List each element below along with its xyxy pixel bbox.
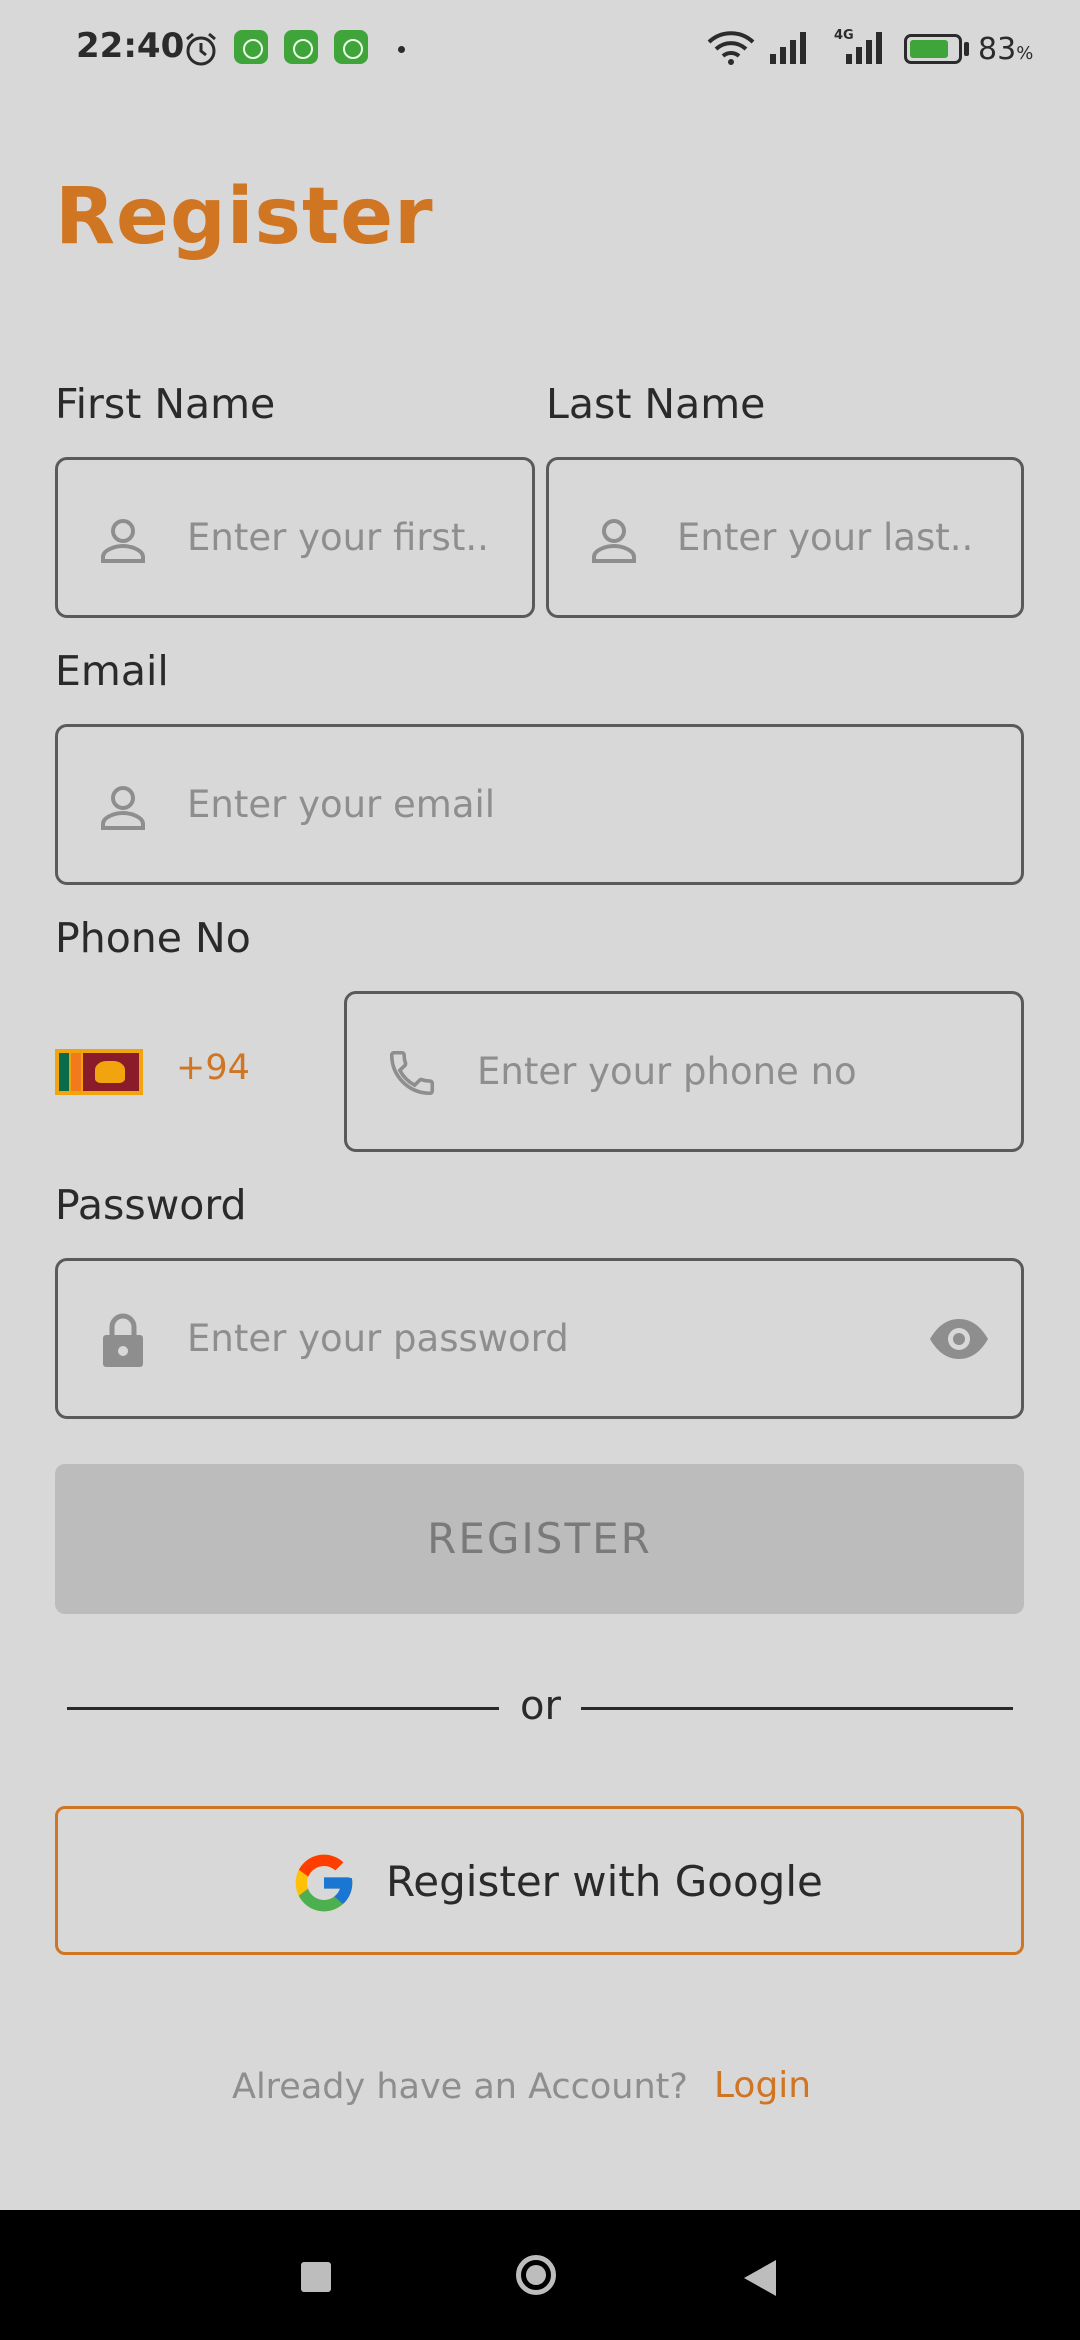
phone-placeholder: Enter your phone no bbox=[477, 1050, 857, 1093]
divider-or-text: or bbox=[520, 1683, 561, 1729]
recents-icon[interactable] bbox=[301, 2262, 331, 2292]
email-label: Email bbox=[55, 647, 169, 695]
battery-percentage: 83% bbox=[978, 32, 1033, 67]
back-icon[interactable] bbox=[744, 2260, 776, 2296]
divider-line-right bbox=[581, 1707, 1013, 1710]
battery-percentage-sign: % bbox=[1016, 43, 1034, 64]
register-with-google-button[interactable]: Register with Google bbox=[55, 1806, 1024, 1955]
already-have-account-text: Already have an Account? bbox=[232, 2067, 688, 2107]
app-notification-icon bbox=[234, 30, 268, 64]
password-label: Password bbox=[55, 1181, 247, 1229]
signal-icon bbox=[770, 32, 806, 64]
login-link[interactable]: Login bbox=[714, 2065, 811, 2106]
lock-icon bbox=[103, 1313, 143, 1367]
battery-level-fill bbox=[910, 40, 949, 58]
google-logo-icon bbox=[295, 1854, 353, 1912]
email-field[interactable]: Enter your email bbox=[55, 724, 1024, 885]
first-name-field[interactable]: Enter your first... bbox=[55, 457, 535, 618]
signal-icon bbox=[846, 32, 882, 64]
first-name-placeholder: Enter your first... bbox=[187, 516, 487, 559]
home-icon[interactable] bbox=[516, 2255, 556, 2295]
last-name-field[interactable]: Enter your last... bbox=[546, 457, 1024, 618]
phone-label: Phone No bbox=[55, 914, 251, 962]
first-name-label: First Name bbox=[55, 380, 276, 428]
last-name-placeholder: Enter your last... bbox=[677, 516, 977, 559]
phone-icon bbox=[389, 1050, 435, 1096]
status-time: 22:40 bbox=[76, 26, 185, 66]
alarm-icon bbox=[186, 32, 216, 66]
navigation-bar bbox=[0, 2210, 1080, 2340]
page-title: Register bbox=[55, 172, 434, 262]
register-button[interactable]: REGISTER bbox=[55, 1464, 1024, 1614]
app-notification-icon bbox=[284, 30, 318, 64]
password-field[interactable]: Enter your password bbox=[55, 1258, 1024, 1419]
email-placeholder: Enter your email bbox=[187, 783, 496, 826]
register-with-google-label: Register with Google bbox=[386, 1857, 823, 1906]
battery-charging-icon bbox=[904, 34, 962, 64]
phone-field[interactable]: Enter your phone no bbox=[344, 991, 1024, 1152]
person-icon bbox=[101, 786, 145, 830]
battery-percentage-value: 83 bbox=[978, 32, 1017, 67]
password-placeholder: Enter your password bbox=[187, 1317, 569, 1360]
more-notifications-dot bbox=[398, 46, 405, 53]
person-icon bbox=[101, 519, 145, 563]
register-button-label: REGISTER bbox=[427, 1514, 652, 1563]
divider-line-left bbox=[67, 1707, 499, 1710]
last-name-label: Last Name bbox=[546, 380, 766, 428]
wifi-icon bbox=[707, 31, 755, 65]
app-notification-icon bbox=[334, 30, 368, 64]
status-bar: 22:40 4G 83% bbox=[0, 0, 1080, 96]
person-icon bbox=[592, 519, 636, 563]
sri-lanka-flag-icon[interactable] bbox=[55, 1049, 143, 1095]
eye-icon[interactable] bbox=[928, 1317, 990, 1361]
battery-tip bbox=[964, 42, 969, 56]
country-code-selector[interactable]: +94 bbox=[176, 1048, 250, 1088]
